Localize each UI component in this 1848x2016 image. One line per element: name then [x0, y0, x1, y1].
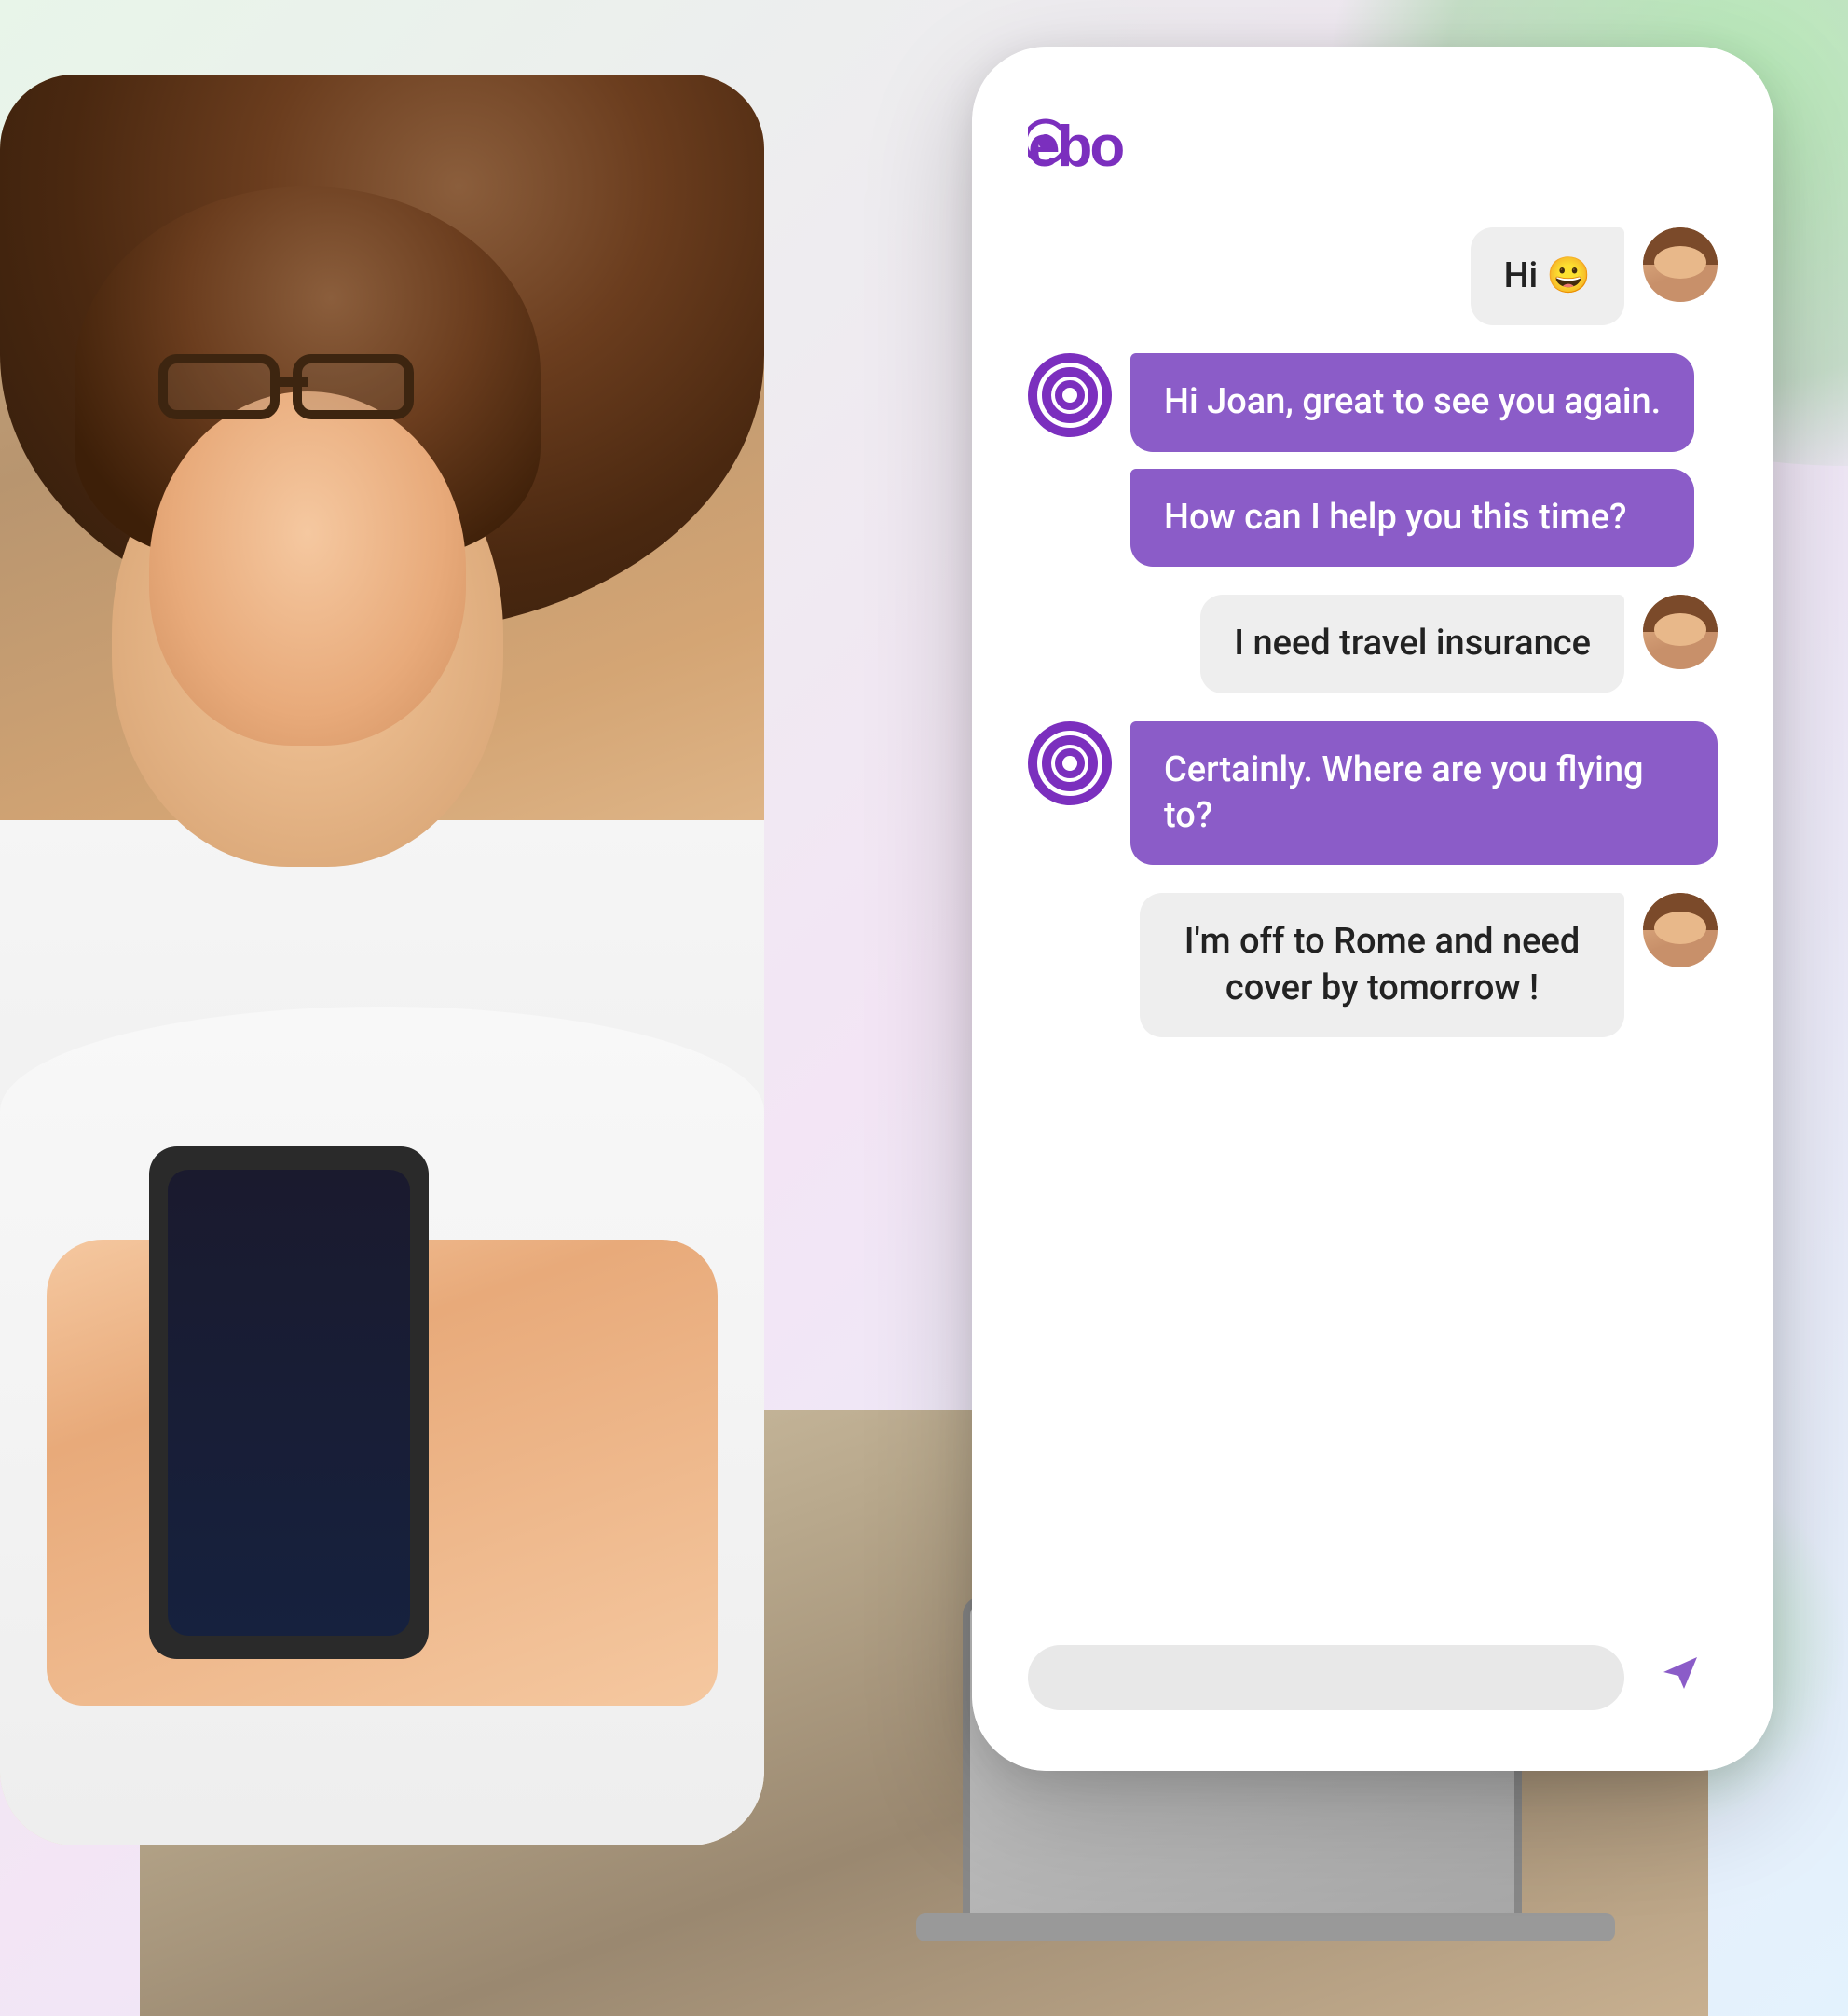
message-row-1: Hi 😀 — [1028, 227, 1718, 325]
message-text-4: I need travel insurance — [1234, 623, 1591, 664]
user-avatar-2 — [1643, 595, 1718, 669]
user-avatar-1 — [1643, 227, 1718, 302]
bubble-rome: I'm off to Rome and need cover by tomorr… — [1140, 893, 1624, 1037]
send-button[interactable] — [1643, 1640, 1718, 1715]
message-text-5: Certainly. Where are you flying to? — [1164, 749, 1644, 836]
input-bar — [1028, 1617, 1718, 1734]
bubble-help: How can I help you this time? — [1130, 469, 1694, 567]
message-text-6: I'm off to Rome and need cover by tomorr… — [1184, 921, 1581, 1008]
message-row-2: Hi Joan, great to see you again. How can… — [1028, 353, 1718, 567]
message-row-6: I'm off to Rome and need cover by tomorr… — [1028, 893, 1718, 1037]
message-text-2: Hi Joan, great to see you again. — [1164, 381, 1661, 422]
message-row-4: I need travel insurance — [1028, 595, 1718, 693]
bubble-travel: I need travel insurance — [1200, 595, 1624, 693]
bot-messages-group-1: Hi Joan, great to see you again. How can… — [1130, 353, 1694, 567]
user-message-1: Hi 😀 — [1471, 227, 1624, 325]
bot-avatar-1 — [1028, 353, 1112, 437]
bot-avatar-inner-1 — [1037, 363, 1102, 428]
user-message-4: I need travel insurance — [1200, 595, 1624, 693]
bot-logo-icon-2 — [1050, 744, 1089, 783]
chat-device: ebo Hi 😀 — [972, 47, 1773, 1771]
message-text-1: Hi 😀 — [1504, 255, 1591, 296]
bubble-greet: Hi Joan, great to see you again. — [1130, 353, 1694, 451]
message-row-5: Certainly. Where are you flying to? — [1028, 721, 1718, 866]
scene: ebo Hi 😀 — [0, 0, 1848, 2016]
logo-area: ebo — [1028, 103, 1718, 181]
bot-avatar-inner-2 — [1037, 731, 1102, 796]
message-text-3: How can I help you this time? — [1164, 497, 1626, 538]
send-icon — [1656, 1648, 1704, 1708]
bot-messages-group-2: Certainly. Where are you flying to? — [1130, 721, 1718, 866]
bot-avatar-2 — [1028, 721, 1112, 805]
chat-area: Hi 😀 — [1028, 227, 1718, 1589]
message-input[interactable] — [1028, 1645, 1624, 1710]
bubble-hi: Hi 😀 — [1471, 227, 1624, 325]
user-avatar-3 — [1643, 893, 1718, 967]
bot-logo-icon — [1050, 376, 1089, 415]
ebo-logo: ebo — [1028, 112, 1177, 177]
person-photo — [0, 75, 764, 1845]
device-inner: ebo Hi 😀 — [972, 47, 1773, 1771]
bubble-certainly: Certainly. Where are you flying to? — [1130, 721, 1718, 866]
user-message-6: I'm off to Rome and need cover by tomorr… — [1140, 893, 1624, 1037]
